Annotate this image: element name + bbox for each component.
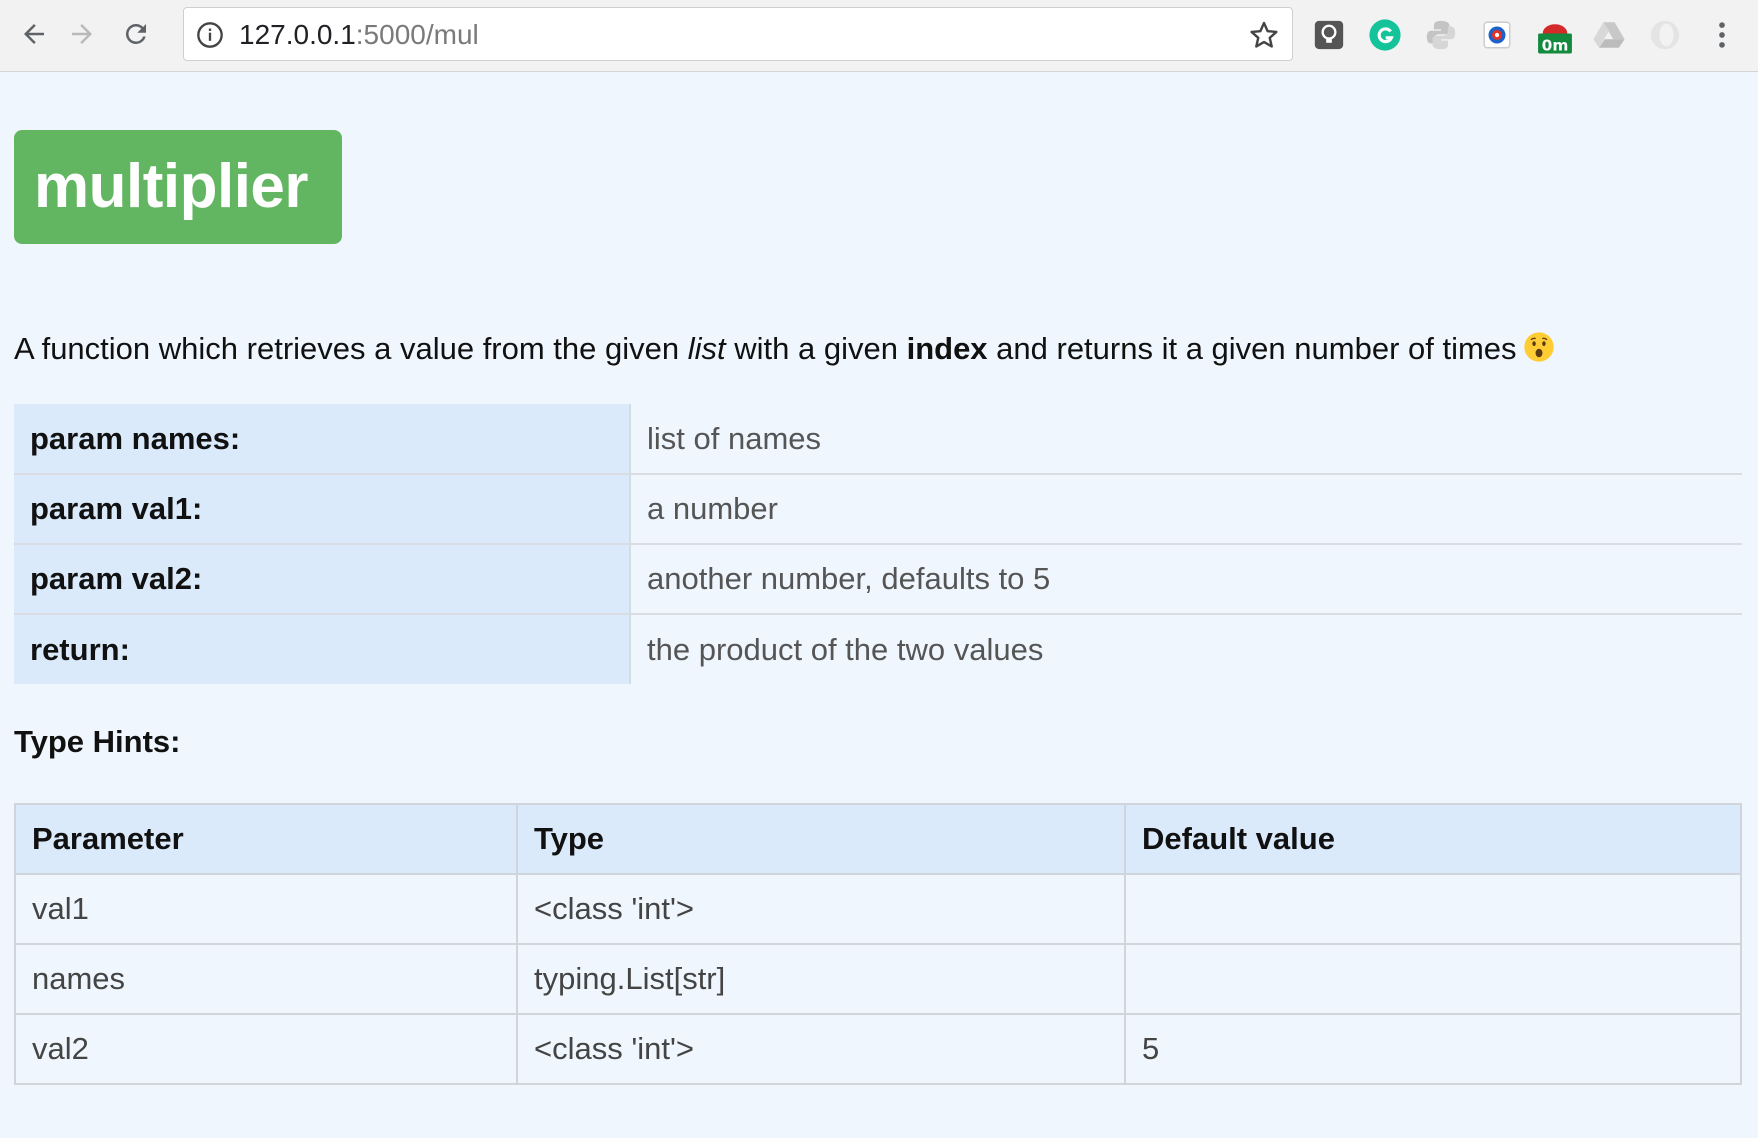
arrow-right-icon xyxy=(72,24,92,44)
reload-icon xyxy=(125,23,146,44)
arrow-left-icon xyxy=(24,24,44,44)
browser-toolbar: 127.0.0.1:5000/mul 0m xyxy=(0,0,1758,72)
param-key: param names: xyxy=(14,404,631,475)
table-row: param val2: another number, defaults to … xyxy=(14,544,1742,615)
back-button[interactable] xyxy=(12,12,56,56)
url-path: :5000/mul xyxy=(355,19,479,50)
timer-icon: 0m xyxy=(1538,24,1572,54)
description-text-3: and returns it a given number of times xyxy=(987,331,1517,366)
param-key: return: xyxy=(14,614,631,684)
reload-button[interactable] xyxy=(114,12,158,56)
url-text: 127.0.0.1:5000/mul xyxy=(239,20,479,50)
table-row: param val1: a number xyxy=(14,474,1742,545)
cell-parameter: names xyxy=(14,943,518,1015)
cell-parameter: val1 xyxy=(14,873,518,945)
extension-grammarly[interactable] xyxy=(1366,16,1404,54)
shield-eye-icon xyxy=(1483,21,1511,49)
column-header-parameter: Parameter xyxy=(14,803,518,875)
description-italic: list xyxy=(687,331,726,366)
drive-icon xyxy=(1593,22,1625,48)
cell-type: <class 'int'> xyxy=(516,1013,1126,1085)
table-row: val2 <class 'int'> 5 xyxy=(14,1013,1742,1085)
cell-parameter: val2 xyxy=(14,1013,518,1085)
column-header-default: Default value xyxy=(1124,803,1742,875)
info-icon[interactable] xyxy=(196,21,224,49)
python-icon xyxy=(1426,20,1456,50)
table-row: names typing.List[str] xyxy=(14,943,1742,1015)
type-hints-heading: Type Hints: xyxy=(14,724,181,759)
more-vertical-icon xyxy=(1719,22,1725,48)
param-key: param val1: xyxy=(14,474,631,545)
column-header-type: Type xyxy=(516,803,1126,875)
description-bold: index xyxy=(906,331,988,366)
param-value: list of names xyxy=(630,404,1742,475)
cell-default: 5 xyxy=(1124,1013,1742,1085)
extension-privacy[interactable] xyxy=(1478,16,1516,54)
description-text-2: with a given xyxy=(725,331,907,366)
param-key: param val2: xyxy=(14,544,631,615)
cell-default xyxy=(1124,943,1742,1015)
circle-logo-icon xyxy=(1650,20,1680,50)
table-row: param names: list of names xyxy=(14,404,1742,475)
param-value: a number xyxy=(630,474,1742,545)
cell-type: <class 'int'> xyxy=(516,873,1126,945)
param-value: another number, defaults to 5 xyxy=(630,544,1742,615)
param-value: the product of the two values xyxy=(647,631,1044,667)
grammarly-icon xyxy=(1369,19,1401,51)
extension-python[interactable] xyxy=(1422,16,1460,54)
cell-default xyxy=(1124,873,1742,945)
url-host: 127.0.0.1 xyxy=(239,19,356,50)
bookmark-star-icon[interactable] xyxy=(1248,19,1280,51)
extension-lightbulb[interactable] xyxy=(1310,16,1348,54)
table-row: return: the product of the two values xyxy=(14,614,1742,684)
cell-type: typing.List[str] xyxy=(516,943,1126,1015)
table-header-row: Parameter Type Default value xyxy=(14,803,1742,875)
type-hints-table: Parameter Type Default value val1 <class… xyxy=(14,803,1742,1085)
lightbulb-icon xyxy=(1314,20,1344,50)
forward-button[interactable] xyxy=(60,12,104,56)
page-title: multiplier xyxy=(14,130,342,244)
timer-badge: 0m xyxy=(1542,36,1569,54)
address-bar[interactable]: 127.0.0.1:5000/mul xyxy=(183,7,1293,61)
table-row: val1 <class 'int'> xyxy=(14,873,1742,945)
extension-timer[interactable]: 0m xyxy=(1533,16,1577,54)
browser-menu-button[interactable] xyxy=(1704,16,1740,54)
extension-opera[interactable] xyxy=(1646,16,1684,54)
extension-drive[interactable] xyxy=(1590,16,1628,54)
param-table: param names: list of names param val1: a… xyxy=(14,404,1742,684)
function-description: A function which retrieves a value from … xyxy=(14,329,1555,369)
description-text-1: A function which retrieves a value from … xyxy=(14,331,688,366)
astonished-face-icon xyxy=(1523,332,1554,362)
